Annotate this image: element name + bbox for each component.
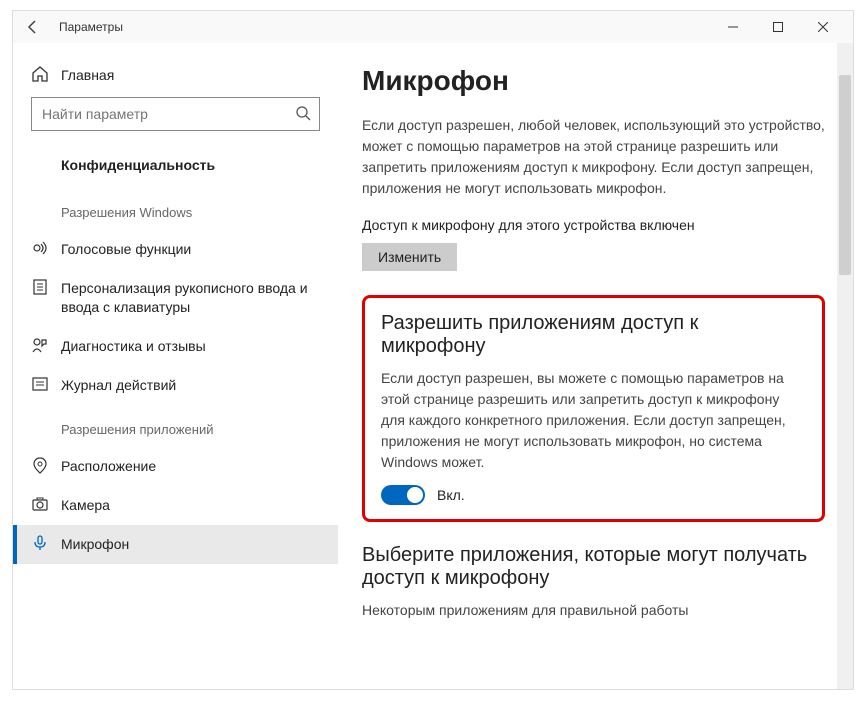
window-title: Параметры bbox=[59, 20, 123, 34]
close-button[interactable] bbox=[800, 11, 845, 43]
sidebar-item-label: Расположение bbox=[61, 457, 156, 476]
choose-apps-title: Выберите приложения, которые могут получ… bbox=[362, 544, 825, 590]
sidebar-item-diag[interactable]: Диагностика и отзывы bbox=[13, 327, 338, 366]
history-icon bbox=[31, 375, 49, 393]
scroll-thumb[interactable] bbox=[839, 75, 851, 275]
sidebar-item-activity[interactable]: Журнал действий bbox=[13, 366, 338, 405]
section-header-windows: Разрешения Windows bbox=[13, 187, 338, 230]
home-nav[interactable]: Главная bbox=[13, 61, 338, 97]
sidebar-item-voice[interactable]: Голосовые функции bbox=[13, 230, 338, 269]
clipboard-icon bbox=[31, 278, 49, 296]
body: Главная Конфиденциальность Разрешения Wi… bbox=[13, 43, 853, 689]
microphone-icon bbox=[31, 534, 49, 552]
window-controls bbox=[710, 11, 845, 43]
content-pane: Микрофон Если доступ разрешен, любой чел… bbox=[338, 43, 853, 689]
maximize-icon bbox=[773, 22, 783, 32]
feedback-icon bbox=[31, 336, 49, 354]
camera-icon bbox=[31, 495, 49, 513]
maximize-button[interactable] bbox=[755, 11, 800, 43]
home-icon bbox=[31, 65, 49, 83]
search-wrap bbox=[13, 97, 338, 151]
category-label: Конфиденциальность bbox=[13, 151, 338, 187]
toggle-row: Вкл. bbox=[381, 485, 806, 505]
intro-text: Если доступ разрешен, любой человек, исп… bbox=[362, 115, 825, 199]
allow-text: Если доступ разрешен, вы можете с помощь… bbox=[381, 368, 806, 473]
toggle-state-label: Вкл. bbox=[437, 487, 465, 503]
sidebar-item-label: Микрофон bbox=[61, 535, 129, 554]
allow-apps-section: Разрешить приложениям доступ к микрофону… bbox=[362, 295, 825, 522]
section-header-apps: Разрешения приложений bbox=[13, 404, 338, 447]
sidebar-item-inking[interactable]: Персонализация рукописного ввода и ввода… bbox=[13, 269, 338, 327]
sidebar-item-microphone[interactable]: Микрофон bbox=[13, 525, 338, 564]
content-scrollbar[interactable] bbox=[837, 43, 853, 689]
toggle-knob bbox=[407, 487, 423, 503]
sidebar-item-label: Журнал действий bbox=[61, 376, 176, 395]
sidebar-item-label: Персонализация рукописного ввода и ввода… bbox=[61, 279, 320, 317]
sidebar-item-location[interactable]: Расположение bbox=[13, 447, 338, 486]
change-button[interactable]: Изменить bbox=[362, 243, 457, 271]
voice-icon bbox=[31, 239, 49, 257]
location-icon bbox=[31, 456, 49, 474]
back-arrow-icon bbox=[25, 19, 41, 35]
close-icon bbox=[818, 22, 828, 32]
search-box[interactable] bbox=[31, 97, 320, 131]
sidebar: Главная Конфиденциальность Разрешения Wi… bbox=[13, 43, 338, 689]
search-input[interactable] bbox=[32, 106, 319, 122]
allow-title: Разрешить приложениям доступ к микрофону bbox=[381, 312, 806, 358]
allow-apps-toggle[interactable] bbox=[381, 485, 425, 505]
sidebar-item-camera[interactable]: Камера bbox=[13, 486, 338, 525]
minimize-button[interactable] bbox=[710, 11, 755, 43]
home-label: Главная bbox=[61, 67, 114, 83]
page-title: Микрофон bbox=[362, 65, 825, 97]
minimize-icon bbox=[728, 22, 738, 32]
choose-apps-text: Некоторым приложениям для правильной раб… bbox=[362, 600, 825, 621]
sidebar-item-label: Камера bbox=[61, 496, 110, 515]
back-button[interactable] bbox=[21, 15, 45, 39]
titlebar: Параметры bbox=[13, 11, 853, 43]
settings-window: Параметры Главная К bbox=[12, 10, 854, 690]
sidebar-item-label: Диагностика и отзывы bbox=[61, 337, 206, 356]
access-status: Доступ к микрофону для этого устройства … bbox=[362, 217, 825, 233]
sidebar-item-label: Голосовые функции bbox=[61, 240, 191, 259]
search-icon bbox=[295, 105, 311, 121]
